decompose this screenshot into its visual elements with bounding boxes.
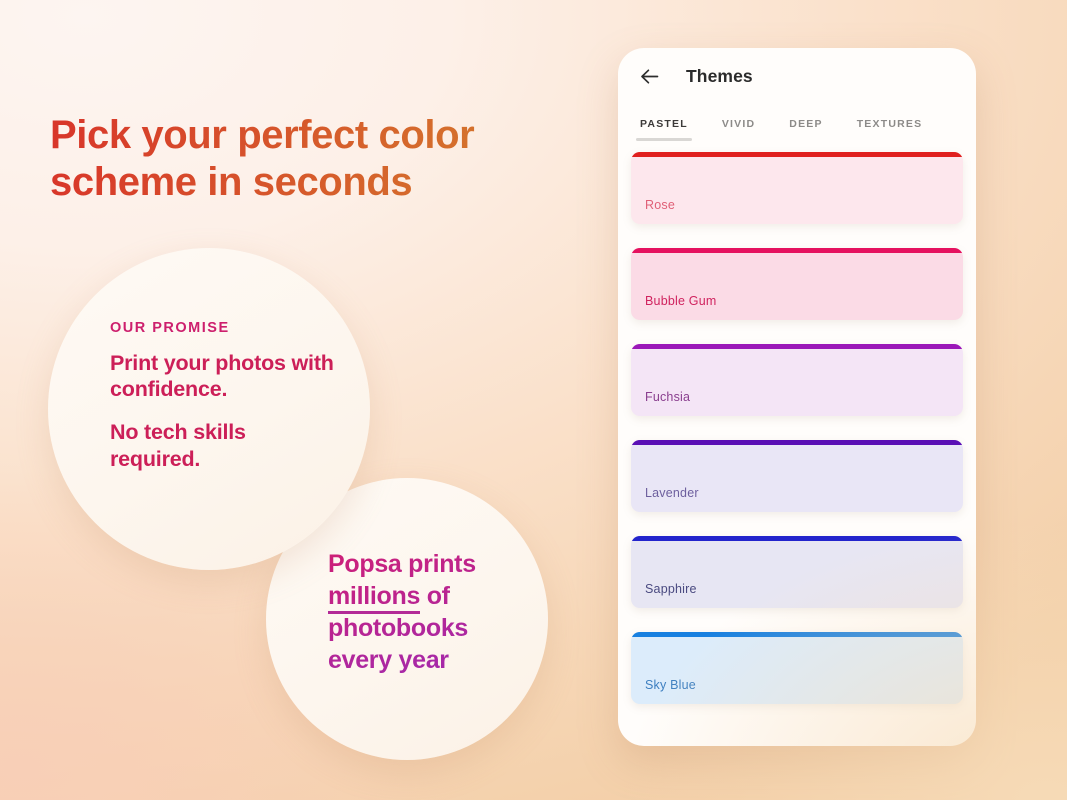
theme-accent-bar: [631, 344, 963, 349]
theme-accent-bar: [631, 152, 963, 157]
promo-stage: Pick your perfect color scheme in second…: [0, 0, 1067, 800]
theme-list: Rose Bubble Gum Fuchsia Lavender Sapphir…: [618, 141, 976, 704]
arrow-left-icon[interactable]: [636, 63, 662, 89]
theme-name: Rose: [645, 198, 675, 212]
left-content-column: Pick your perfect color scheme in second…: [0, 0, 600, 800]
tab-textures[interactable]: TEXTURES: [857, 118, 923, 141]
stat-text-before: Popsa prints: [328, 550, 476, 578]
theme-category-tabs: PASTEL VIVID DEEP TEXTURES: [618, 104, 976, 141]
tab-vivid[interactable]: VIVID: [722, 118, 755, 141]
theme-accent-bar: [631, 536, 963, 541]
page-headline: Pick your perfect color scheme in second…: [50, 112, 520, 206]
theme-name: Sapphire: [645, 582, 697, 596]
theme-card-fuchsia[interactable]: Fuchsia: [631, 344, 963, 416]
theme-card-lavender[interactable]: Lavender: [631, 440, 963, 512]
promise-bubble-content: OUR PROMISE Print your photos with confi…: [110, 320, 336, 472]
promise-eyebrow: OUR PROMISE: [110, 320, 230, 336]
promise-line-1: Print your photos with confidence.: [110, 351, 334, 402]
theme-accent-bar: [631, 248, 963, 253]
theme-card-bubble-gum[interactable]: Bubble Gum: [631, 248, 963, 320]
tab-pastel[interactable]: PASTEL: [636, 118, 692, 141]
phone-panel: Themes PASTEL VIVID DEEP TEXTURES Rose B…: [618, 48, 976, 746]
theme-accent-bar: [631, 632, 963, 637]
tab-deep[interactable]: DEEP: [789, 118, 822, 141]
theme-name: Lavender: [645, 486, 699, 500]
stat-bubble-content: Popsa prints millions of photobooks ever…: [328, 548, 528, 676]
theme-card-sky-blue[interactable]: Sky Blue: [631, 632, 963, 704]
phone-top-bar: Themes: [618, 48, 976, 104]
stat-text-highlight: millions: [328, 582, 421, 614]
theme-name: Fuchsia: [645, 390, 691, 404]
theme-card-sapphire[interactable]: Sapphire: [631, 536, 963, 608]
promise-line-2: No tech skills required.: [110, 420, 246, 471]
theme-accent-bar: [631, 440, 963, 445]
theme-name: Bubble Gum: [645, 294, 717, 308]
page-title: Themes: [686, 65, 753, 86]
theme-card-rose[interactable]: Rose: [631, 152, 963, 224]
theme-name: Sky Blue: [645, 678, 696, 692]
promise-bubble: OUR PROMISE Print your photos with confi…: [48, 248, 370, 570]
